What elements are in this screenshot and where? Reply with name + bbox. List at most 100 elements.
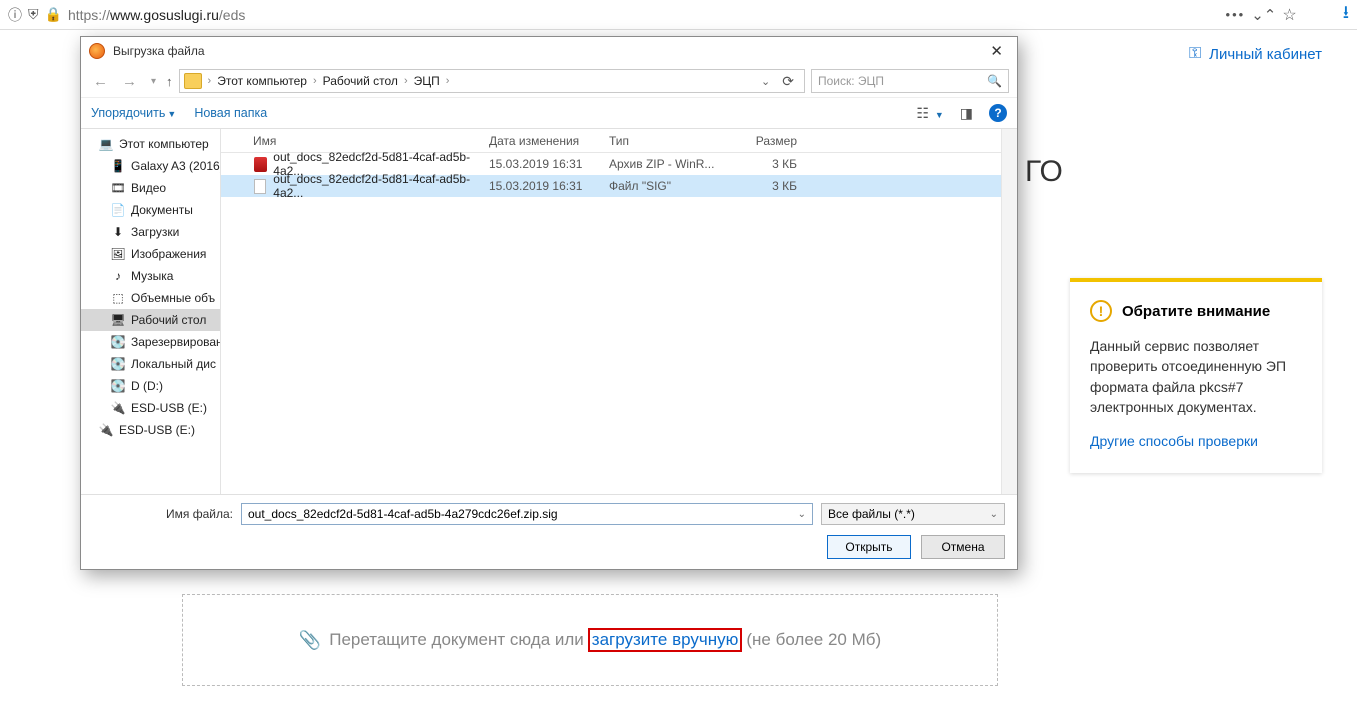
file-dropzone[interactable]: 📎 Перетащите документ сюда или загрузите… xyxy=(182,594,998,686)
chevron-down-icon: ▼ xyxy=(167,109,176,119)
tree-item-icon: ♪ xyxy=(111,269,125,283)
folder-tree[interactable]: 💻 Этот компьютер 📱Galaxy A3 (2016) 🎞 Видео 📄Д… xyxy=(81,129,221,494)
search-icon: 🔍 xyxy=(987,74,1002,88)
preview-pane-icon[interactable]: ◨ xyxy=(960,105,973,122)
tree-item-icon: 💻 xyxy=(99,137,113,151)
tree-item-icon: 📱 xyxy=(111,159,125,173)
file-size: 3 КБ xyxy=(729,157,809,171)
tree-item-label: ESD-USB (E:) xyxy=(131,401,207,415)
nav-up-icon[interactable]: ↑ xyxy=(166,74,173,89)
tree-item-label: Зарезервирован xyxy=(131,335,221,349)
breadcrumb-item[interactable]: ЭЦП xyxy=(414,74,440,88)
view-mode-icon[interactable]: ☷ ▼ xyxy=(916,105,943,122)
cancel-button[interactable]: Отмена xyxy=(921,535,1005,559)
chevron-right-icon: › xyxy=(204,75,216,87)
dropzone-text-suffix: (не более 20 Мб) xyxy=(746,630,881,650)
tree-item-icon: 🎞 xyxy=(111,181,125,195)
file-type: Файл "SIG" xyxy=(609,179,729,193)
tree-item[interactable]: 🎞 Видео xyxy=(81,177,220,199)
column-date[interactable]: Дата изменения xyxy=(489,134,609,148)
tree-item[interactable]: ⬚ Объемные объ xyxy=(81,287,220,309)
help-icon[interactable]: ? xyxy=(989,104,1007,122)
tree-item[interactable]: 💽Локальный дис xyxy=(81,353,220,375)
breadcrumb-item[interactable]: Этот компьютер xyxy=(217,74,307,88)
open-button[interactable]: Открыть xyxy=(827,535,911,559)
pocket-icon[interactable]: ⌄⌃ xyxy=(1251,6,1276,24)
chevron-right-icon: › xyxy=(309,75,321,87)
tree-item[interactable]: ♪ Музыка xyxy=(81,265,220,287)
dialog-search-input[interactable]: Поиск: ЭЦП 🔍 xyxy=(811,69,1009,93)
key-icon: ⚿ xyxy=(1189,45,1201,63)
tree-item-label: Видео xyxy=(131,181,166,195)
tree-item-label: Этот компьютер xyxy=(119,137,209,151)
browser-url-bar: ⓘ ⛨ 🔒 https://www.gosuslugi.ru/eds ••• ⌄… xyxy=(0,0,1357,30)
notice-box: ! Обратите внимание Данный сервис позвол… xyxy=(1070,278,1322,473)
tree-item-icon: ⬇ xyxy=(111,225,125,239)
sig-file-icon xyxy=(254,179,266,194)
tree-item[interactable]: 📄Документы xyxy=(81,199,220,221)
tree-item[interactable]: 🔌ESD-USB (E:) xyxy=(81,419,220,441)
tree-item-icon: ⬚ xyxy=(111,291,125,305)
firefox-icon xyxy=(89,43,105,59)
tree-item-label: ESD-USB (E:) xyxy=(119,423,195,437)
file-name: out_docs_82edcf2d-5d81-4caf-ad5b-4a2... xyxy=(273,172,489,200)
column-size[interactable]: Размер xyxy=(729,134,809,148)
breadcrumb-item[interactable]: Рабочий стол xyxy=(323,74,398,88)
page-title-fragment: ГО xyxy=(1025,155,1063,189)
tree-item-icon: 💽 xyxy=(111,379,125,393)
nav-recent-chevron-icon[interactable]: ▾ xyxy=(147,76,160,87)
personal-cabinet-link[interactable]: ⚿ Личный кабинет xyxy=(1189,45,1322,63)
tree-item-icon: 🖥 xyxy=(111,313,125,327)
notice-title: Обратите внимание xyxy=(1122,303,1270,320)
column-name[interactable]: Имя xyxy=(221,134,489,148)
shield-icon[interactable]: ⛨ xyxy=(28,6,39,23)
tree-item[interactable]: 💻 Этот компьютер xyxy=(81,133,220,155)
tree-item-icon: 🖼 xyxy=(111,247,125,261)
tree-item-label: Музыка xyxy=(131,269,173,283)
search-placeholder: Поиск: ЭЦП xyxy=(818,74,884,88)
folder-icon xyxy=(184,73,202,89)
tree-item-label: Изображения xyxy=(131,247,206,261)
tree-item[interactable]: 🖥 Рабочий стол xyxy=(81,309,220,331)
filetype-select[interactable]: Все файлы (*.*) ⌄ xyxy=(821,503,1005,525)
tree-item[interactable]: 💽D (D:) xyxy=(81,375,220,397)
organize-menu[interactable]: Упорядочить▼ xyxy=(91,106,176,120)
dialog-title: Выгрузка файла xyxy=(113,44,205,58)
dialog-bottom: Имя файла: out_docs_82edcf2d-5d81-4caf-a… xyxy=(81,494,1017,569)
tree-item[interactable]: 🖼 Изображения xyxy=(81,243,220,265)
nav-back-icon[interactable]: ← xyxy=(89,73,112,90)
page-actions-icon[interactable]: ••• xyxy=(1226,7,1246,22)
tree-item-label: Объемные объ xyxy=(131,291,215,305)
bookmark-star-icon[interactable]: ☆ xyxy=(1282,5,1296,25)
chevron-right-icon: › xyxy=(400,75,412,87)
chevron-down-icon[interactable]: ⌄ xyxy=(761,75,770,88)
info-icon[interactable]: ⓘ xyxy=(8,5,22,25)
paperclip-icon: 📎 xyxy=(299,630,321,651)
chevron-right-icon: › xyxy=(442,75,454,87)
new-folder-button[interactable]: Новая папка xyxy=(194,106,267,120)
nav-forward-icon[interactable]: → xyxy=(118,73,141,90)
tree-item[interactable]: 📱Galaxy A3 (2016) xyxy=(81,155,220,177)
tree-item-label: Рабочий стол xyxy=(131,313,206,327)
url-display[interactable]: https://www.gosuslugi.ru/eds xyxy=(68,7,245,23)
dropzone-text-prefix: Перетащите документ сюда или xyxy=(329,630,584,650)
file-list-scrollbar[interactable] xyxy=(1001,129,1017,494)
refresh-icon[interactable]: ⟳ xyxy=(776,73,800,90)
tree-item[interactable]: ⬇Загрузки xyxy=(81,221,220,243)
tree-item[interactable]: 🔌ESD-USB (E:) xyxy=(81,397,220,419)
chevron-down-icon[interactable]: ⌄ xyxy=(798,509,806,520)
upload-manually-link[interactable]: загрузите вручную xyxy=(592,630,739,649)
dialog-close-button[interactable]: ✕ xyxy=(984,42,1009,60)
breadcrumb[interactable]: › Этот компьютер › Рабочий стол › ЭЦП › … xyxy=(179,69,805,93)
tree-item-icon: 💽 xyxy=(111,357,125,371)
file-row[interactable]: out_docs_82edcf2d-5d81-4caf-ad5b-4a2...1… xyxy=(221,175,1001,197)
downloads-icon[interactable]: ⭳ xyxy=(1343,0,1349,30)
lock-icon: 🔒 xyxy=(45,6,62,23)
filename-label: Имя файла: xyxy=(93,507,233,521)
file-list: Имя Дата изменения Тип Размер out_docs_8… xyxy=(221,129,1001,494)
filename-input[interactable]: out_docs_82edcf2d-5d81-4caf-ad5b-4a279cd… xyxy=(241,503,813,525)
notice-link[interactable]: Другие способы проверки xyxy=(1090,433,1302,449)
tree-item[interactable]: 💽Зарезервирован xyxy=(81,331,220,353)
tree-item-label: Документы xyxy=(131,203,193,217)
column-type[interactable]: Тип xyxy=(609,134,729,148)
